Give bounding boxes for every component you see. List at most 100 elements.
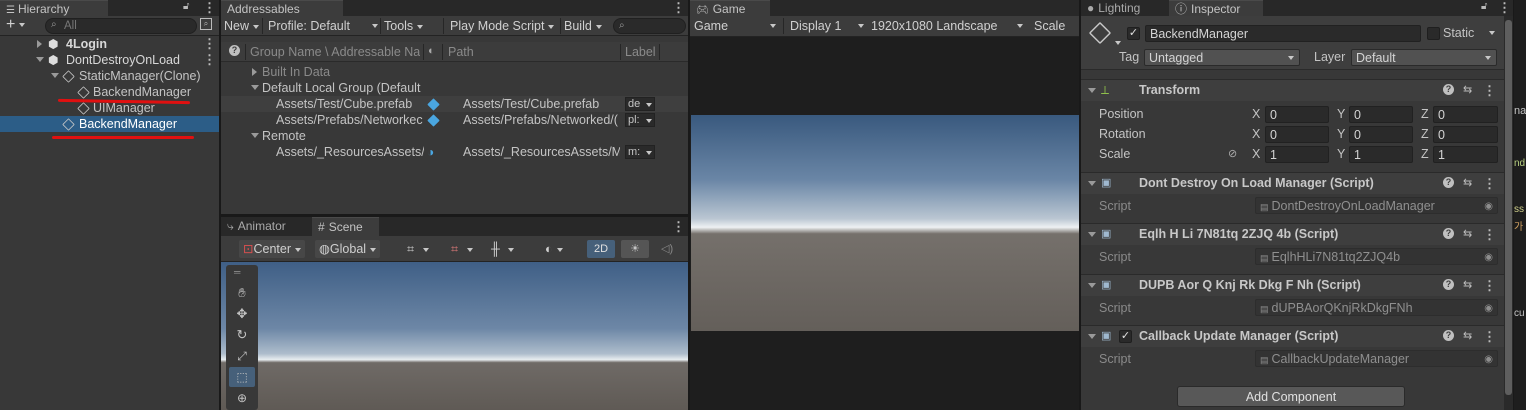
component-header[interactable]: ▣ Dont Destroy On Load Manager (Script) … xyxy=(1081,172,1513,194)
table-row[interactable]: Default Local Group (Default xyxy=(221,80,688,96)
help-icon[interactable]: ? xyxy=(1443,279,1454,290)
tag-dropdown[interactable]: Untagged xyxy=(1144,49,1300,66)
component-header[interactable]: ▣ ✓ Callback Update Manager (Script) ? ⇆… xyxy=(1081,325,1513,347)
layer-dropdown[interactable]: Default xyxy=(1351,49,1497,66)
mode-2d-button[interactable]: 2D xyxy=(587,240,615,258)
rect-tool-icon[interactable]: ⬚ xyxy=(229,367,255,387)
expand-arrow-icon[interactable] xyxy=(37,40,42,48)
labels-dropdown[interactable]: m: xyxy=(625,145,655,159)
collapse-arrow-icon[interactable] xyxy=(1088,232,1096,237)
column-header-group-name[interactable]: Group Name \ Addressable Nai xyxy=(250,45,420,59)
preset-icon[interactable]: ⇆ xyxy=(1463,227,1472,240)
preset-icon[interactable]: ⇆ xyxy=(1463,176,1472,189)
hand-tool-icon[interactable]: ✋︎ xyxy=(229,283,255,303)
column-header-path[interactable]: Path xyxy=(448,45,474,59)
increment-snap-button[interactable]: ⌗ xyxy=(451,240,474,258)
list-item-selected[interactable]: BackendManager xyxy=(0,116,219,132)
chevron-down-icon[interactable] xyxy=(1115,41,1121,45)
build-dropdown[interactable]: Build xyxy=(564,17,602,35)
scale-slider-label[interactable]: Scale xyxy=(1034,17,1065,35)
active-checkbox[interactable]: ✓ xyxy=(1127,27,1140,40)
new-dropdown[interactable]: New xyxy=(224,17,260,35)
collapse-arrow-icon[interactable] xyxy=(251,85,259,90)
space-dropdown[interactable]: ◍Global xyxy=(315,240,381,258)
help-icon[interactable]: ? xyxy=(229,45,240,56)
collapse-arrow-icon[interactable] xyxy=(1088,88,1096,93)
inspector-menu-icon[interactable]: ⋮ xyxy=(1498,1,1511,15)
collapse-arrow-icon[interactable] xyxy=(1088,283,1096,288)
transform-header[interactable]: ⟂ Transform ? ⇆ ⋮ xyxy=(1081,79,1513,101)
tab-game[interactable]: 🎮︎ Game xyxy=(690,0,770,16)
list-item[interactable]: UIManager xyxy=(0,100,219,116)
inspector-scrollbar[interactable] xyxy=(1504,16,1513,410)
game-view-dropdown[interactable]: Game xyxy=(694,17,778,35)
tab-addressables[interactable]: Addressables Groups xyxy=(221,0,343,32)
object-name-input[interactable]: BackendManager xyxy=(1145,25,1421,42)
table-row[interactable]: Assets/Test/Cube.prefab Assets/Test/Cube… xyxy=(221,96,688,112)
expand-arrow-icon[interactable] xyxy=(252,68,257,76)
object-picker-icon[interactable]: ◉ xyxy=(1484,198,1493,213)
add-component-button[interactable]: Add Component xyxy=(1177,386,1405,407)
lock-icon[interactable]: 🔓︎ xyxy=(183,1,189,12)
table-row[interactable]: Built In Data xyxy=(221,64,688,80)
game-viewport[interactable] xyxy=(691,115,1079,331)
position-x-field[interactable]: 0 xyxy=(1265,106,1329,123)
scale-tool-icon[interactable]: ⤢ xyxy=(229,346,255,366)
table-row[interactable]: Remote xyxy=(221,128,688,144)
list-item[interactable]: StaticManager(Clone) xyxy=(0,68,219,84)
help-icon[interactable]: ? xyxy=(1443,177,1454,188)
preset-icon[interactable]: ⇆ xyxy=(1463,278,1472,291)
collapse-arrow-icon[interactable] xyxy=(51,73,59,78)
audio-toggle-icon[interactable]: ◁) xyxy=(661,240,673,258)
object-picker-icon[interactable]: ◉ xyxy=(1484,351,1493,366)
component-menu-icon[interactable]: ⋮ xyxy=(1483,84,1496,98)
move-tool-icon[interactable]: ✥ xyxy=(229,304,255,324)
lock-icon[interactable]: 🔓︎ xyxy=(1481,1,1487,12)
tab-animator[interactable]: ⤷ Animator xyxy=(221,217,311,236)
play-mode-script-dropdown[interactable]: Play Mode Script xyxy=(450,17,555,35)
collapse-arrow-icon[interactable] xyxy=(36,57,44,62)
scene-viewport[interactable] xyxy=(221,262,688,410)
help-icon[interactable]: ? xyxy=(1443,84,1454,95)
help-icon[interactable]: ? xyxy=(1443,228,1454,239)
tools-dropdown[interactable]: Tools xyxy=(384,17,424,35)
object-picker-icon[interactable]: ◉ xyxy=(1484,249,1493,264)
profile-dropdown[interactable]: Profile: Default xyxy=(268,17,378,35)
labels-dropdown[interactable]: de xyxy=(625,97,655,111)
rotation-y-field[interactable]: 0 xyxy=(1349,126,1413,143)
grid-snap-button[interactable]: ⌗ xyxy=(407,240,430,258)
pivot-dropdown[interactable]: ⊡Center xyxy=(239,240,306,258)
chevron-down-icon[interactable] xyxy=(1489,31,1495,35)
display-dropdown[interactable]: Display 1 xyxy=(790,17,864,35)
search-input[interactable]: ⌕ All xyxy=(45,18,197,34)
overlay-handle-icon[interactable]: ═ xyxy=(234,267,240,277)
resolution-dropdown[interactable]: 1920x1080 Landscape xyxy=(871,17,1023,35)
addressables-menu-icon[interactable]: ⋮ xyxy=(672,1,685,15)
list-item[interactable]: ⬢ 4Login ⋮ xyxy=(0,36,219,52)
tab-inspector[interactable]: ⓘ Inspector xyxy=(1169,0,1263,16)
collapse-arrow-icon[interactable] xyxy=(1088,334,1096,339)
transform-tool-icon[interactable]: ⊕ xyxy=(229,388,255,408)
tab-lighting[interactable]: ● Lighting xyxy=(1081,0,1167,16)
draw-mode-dropdown[interactable]: ◐ xyxy=(545,240,563,258)
table-row[interactable]: Assets/_ResourcesAssets/ ◑ Assets/_Resou… xyxy=(221,144,688,160)
scale-x-field[interactable]: 1 xyxy=(1265,146,1329,163)
component-enabled-checkbox[interactable]: ✓ xyxy=(1119,330,1132,343)
tab-scene[interactable]: # Scene xyxy=(312,217,379,236)
component-menu-icon[interactable]: ⋮ xyxy=(1483,279,1496,293)
lighting-toggle-icon[interactable]: ☀ xyxy=(621,240,649,258)
column-header-labels[interactable]: Label xyxy=(625,45,656,59)
rotation-z-field[interactable]: 0 xyxy=(1433,126,1498,143)
preset-icon[interactable]: ⇆ xyxy=(1463,83,1472,96)
component-header[interactable]: ▣ Eqlh H Li 7N81tq 2ZJQ 4b (Script) ? ⇆ … xyxy=(1081,223,1513,245)
scale-z-field[interactable]: 1 xyxy=(1433,146,1498,163)
list-item[interactable]: BackendManager xyxy=(0,84,219,100)
help-icon[interactable]: ? xyxy=(1443,330,1454,341)
add-button[interactable]: + xyxy=(6,16,26,34)
labels-dropdown[interactable]: pl: xyxy=(625,113,655,127)
link-icon[interactable]: ⊘ xyxy=(1228,147,1237,160)
tab-hierarchy[interactable]: ☰ Hierarchy xyxy=(0,0,108,16)
static-checkbox[interactable] xyxy=(1427,27,1440,40)
position-y-field[interactable]: 0 xyxy=(1349,106,1413,123)
component-header[interactable]: ▣ DUPB Aor Q Knj Rk Dkg F Nh (Script) ? … xyxy=(1081,274,1513,296)
